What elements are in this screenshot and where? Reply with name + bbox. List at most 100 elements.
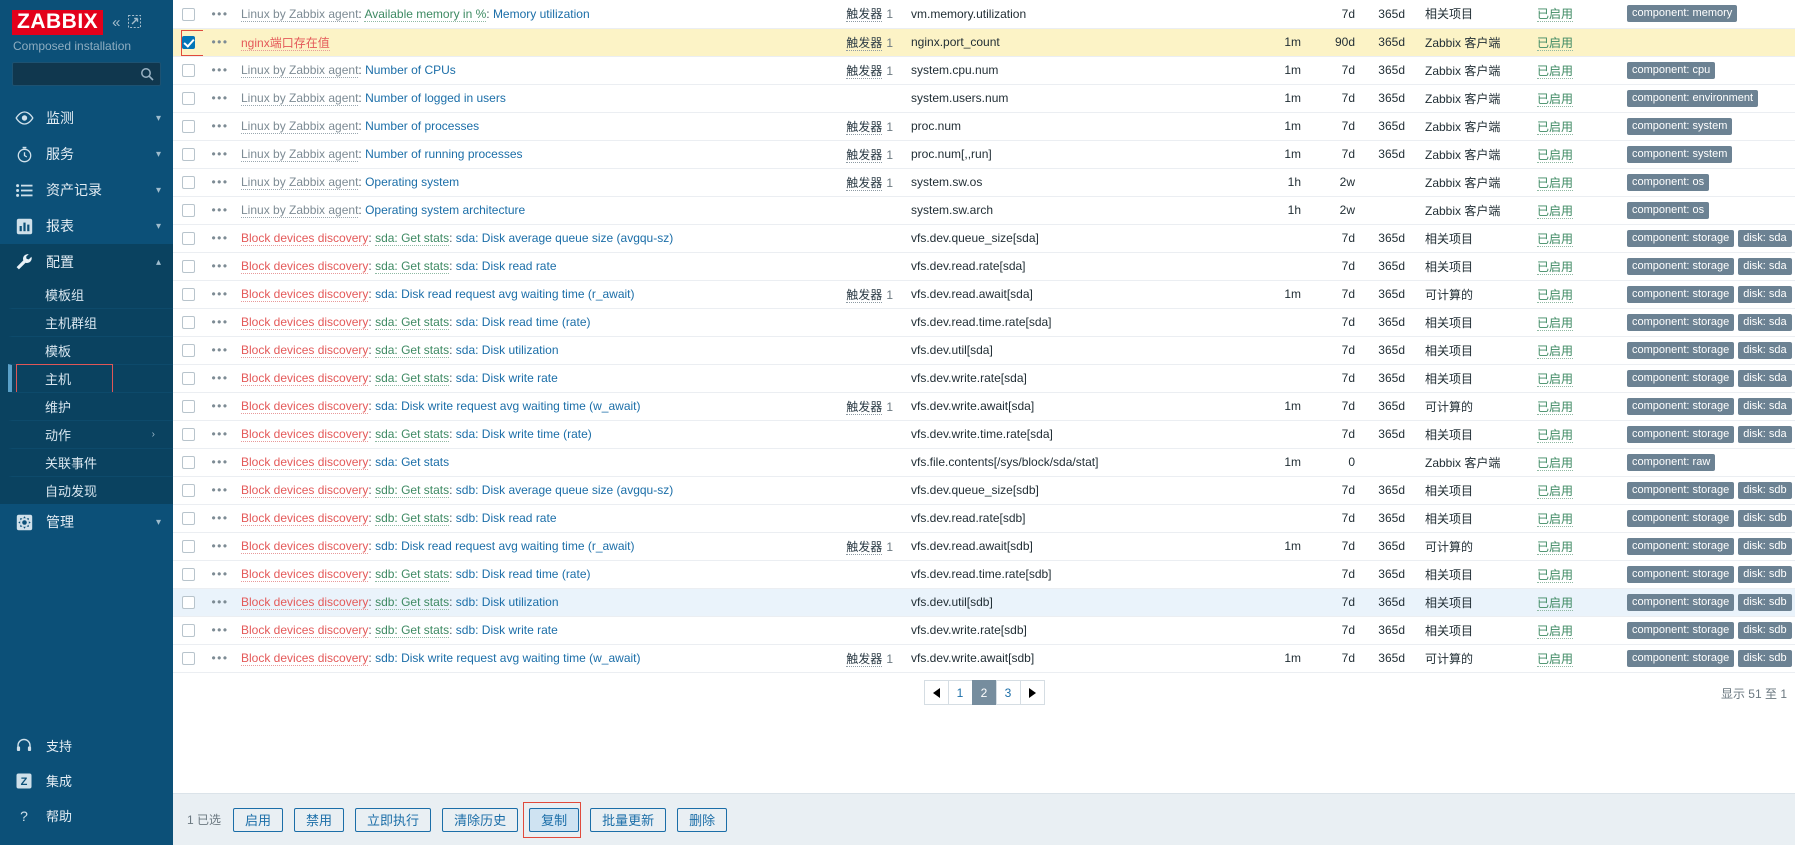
- status-cell[interactable]: 已启用: [1533, 28, 1623, 57]
- page-prev-button[interactable]: [923, 680, 949, 705]
- triggers-cell[interactable]: [797, 476, 907, 505]
- row-context-menu-cell[interactable]: •••: [203, 224, 237, 253]
- ellipsis-icon[interactable]: •••: [211, 623, 228, 637]
- row-checkbox-cell[interactable]: [173, 0, 203, 29]
- triggers-cell[interactable]: [797, 84, 907, 113]
- row-checkbox[interactable]: [181, 260, 195, 274]
- tag-badge[interactable]: component: os: [1627, 201, 1710, 219]
- sidebar-item-support[interactable]: 支持: [0, 728, 173, 763]
- tag-badge[interactable]: component: storage: [1627, 649, 1735, 667]
- status-cell[interactable]: 已启用: [1533, 196, 1623, 225]
- status-badge[interactable]: 已启用: [1537, 539, 1574, 555]
- tag-badge[interactable]: component: storage: [1627, 593, 1735, 611]
- ellipsis-icon[interactable]: •••: [211, 427, 228, 441]
- ellipsis-icon[interactable]: •••: [211, 511, 228, 525]
- item-name-link[interactable]: Number of processes: [365, 119, 479, 133]
- triggers-cell[interactable]: [797, 364, 907, 393]
- item-name-link[interactable]: sdb: Disk average queue size (avgqu-sz): [456, 483, 673, 497]
- item-name-cell[interactable]: Block devices discovery: sda: Disk read …: [237, 280, 797, 309]
- page-next-button[interactable]: [1019, 680, 1045, 705]
- item-name-prefix-link[interactable]: Block devices discovery: [241, 371, 369, 386]
- item-name-link[interactable]: sda: Disk utilization: [456, 343, 559, 357]
- item-name-cell[interactable]: Block devices discovery: sdb: Get stats:…: [237, 476, 797, 505]
- triggers-cell[interactable]: [797, 504, 907, 533]
- item-name-link[interactable]: Operating system: [365, 175, 459, 189]
- sidebar-item-discovery[interactable]: 自动发现: [8, 476, 173, 504]
- row-checkbox-cell[interactable]: [173, 532, 203, 561]
- tag-badge[interactable]: component: storage: [1627, 229, 1735, 247]
- row-checkbox-cell[interactable]: [173, 140, 203, 169]
- delete-button[interactable]: 删除: [677, 807, 728, 832]
- item-name-link[interactable]: sdb: Disk read rate: [456, 511, 557, 525]
- tag-badge[interactable]: component: storage: [1627, 313, 1735, 331]
- table-row[interactable]: ••• Block devices discovery: sda: Get sta…: [173, 420, 1795, 449]
- status-cell[interactable]: 已启用: [1533, 0, 1623, 29]
- row-context-menu-cell[interactable]: •••: [203, 392, 237, 421]
- ellipsis-icon[interactable]: •••: [211, 371, 228, 385]
- sidebar-item-administration[interactable]: 管理 ▾: [0, 504, 173, 540]
- ellipsis-icon[interactable]: •••: [211, 343, 228, 357]
- sidebar-item-host-groups[interactable]: 主机群组: [8, 308, 173, 336]
- item-name-cell[interactable]: Block devices discovery: sda: Get stats:…: [237, 364, 797, 393]
- ellipsis-icon[interactable]: •••: [211, 7, 228, 21]
- item-name-prefix-link[interactable]: Available memory in %: [364, 6, 487, 22]
- status-cell[interactable]: 已启用: [1533, 476, 1623, 505]
- row-checkbox-cell[interactable]: [173, 560, 203, 589]
- item-name-cell[interactable]: Block devices discovery: sda: Get stats:…: [237, 336, 797, 365]
- item-name-link[interactable]: sdb: Disk read time (rate): [456, 567, 591, 581]
- row-checkbox-cell[interactable]: [173, 336, 203, 365]
- item-name-prefix-link[interactable]: Block devices discovery: [241, 623, 369, 638]
- row-checkbox[interactable]: [181, 456, 195, 470]
- item-name-prefix-link[interactable]: sdb: Get stats: [375, 511, 450, 526]
- ellipsis-icon[interactable]: •••: [211, 91, 228, 105]
- item-name-link[interactable]: Number of CPUs: [365, 63, 456, 77]
- page-button-1[interactable]: 1: [947, 680, 973, 705]
- row-checkbox[interactable]: [181, 400, 195, 414]
- row-checkbox[interactable]: [181, 204, 195, 218]
- ellipsis-icon[interactable]: •••: [211, 651, 228, 665]
- ellipsis-icon[interactable]: •••: [211, 259, 228, 273]
- status-badge[interactable]: 已启用: [1537, 651, 1574, 667]
- triggers-label[interactable]: 触发器: [846, 35, 883, 51]
- item-name-prefix-link[interactable]: Block devices discovery: [241, 287, 369, 302]
- tag-badge[interactable]: disk: sdb: [1738, 649, 1792, 667]
- status-cell[interactable]: 已启用: [1533, 224, 1623, 253]
- item-name-prefix-link[interactable]: Block devices discovery: [241, 427, 369, 442]
- item-name-prefix-link[interactable]: sdb: Get stats: [375, 595, 450, 610]
- row-context-menu-cell[interactable]: •••: [203, 28, 237, 57]
- item-name-prefix-link[interactable]: Block devices discovery: [241, 259, 369, 274]
- triggers-cell[interactable]: 触发器 1: [797, 56, 907, 85]
- item-name-prefix-link[interactable]: Linux by Zabbix agent: [241, 147, 359, 162]
- row-checkbox[interactable]: [181, 36, 195, 50]
- status-cell[interactable]: 已启用: [1533, 532, 1623, 561]
- item-name-link[interactable]: Memory utilization: [493, 7, 590, 21]
- item-name-prefix-link[interactable]: sda: Get stats: [375, 427, 450, 442]
- item-name-cell[interactable]: Linux by Zabbix agent: Number of logged …: [237, 84, 797, 113]
- row-context-menu-cell[interactable]: •••: [203, 168, 237, 197]
- status-cell[interactable]: 已启用: [1533, 252, 1623, 281]
- item-name-cell[interactable]: Block devices discovery: sda: Get stats: [237, 448, 797, 477]
- triggers-label[interactable]: 触发器: [846, 63, 883, 79]
- row-checkbox-cell[interactable]: [173, 448, 203, 477]
- item-name-prefix-link[interactable]: Linux by Zabbix agent: [241, 175, 359, 190]
- item-name-cell[interactable]: Linux by Zabbix agent: Number of process…: [237, 112, 797, 141]
- triggers-cell[interactable]: [797, 616, 907, 645]
- triggers-cell[interactable]: 触发器 1: [797, 392, 907, 421]
- row-checkbox-cell[interactable]: [173, 308, 203, 337]
- item-name-link[interactable]: sda: Disk average queue size (avgqu-sz): [456, 231, 673, 245]
- table-row[interactable]: ••• Block devices discovery: sda: Get sta…: [173, 336, 1795, 365]
- table-row[interactable]: ••• Block devices discovery: sdb: Get sta…: [173, 616, 1795, 645]
- item-name-prefix-link[interactable]: Linux by Zabbix agent: [241, 203, 359, 218]
- status-badge[interactable]: 已启用: [1537, 371, 1574, 387]
- tag-badge[interactable]: component: storage: [1627, 621, 1735, 639]
- item-name-link[interactable]: sdb: Disk write request avg waiting time…: [375, 651, 640, 665]
- item-name-link[interactable]: Number of running processes: [365, 147, 522, 161]
- ellipsis-icon[interactable]: •••: [211, 35, 228, 49]
- ellipsis-icon[interactable]: •••: [211, 119, 228, 133]
- item-name-cell[interactable]: Block devices discovery: sda: Get stats:…: [237, 224, 797, 253]
- table-row[interactable]: ••• Block devices discovery: sdb: Get sta…: [173, 588, 1795, 617]
- status-cell[interactable]: 已启用: [1533, 364, 1623, 393]
- ellipsis-icon[interactable]: •••: [211, 147, 228, 161]
- status-badge[interactable]: 已启用: [1537, 483, 1574, 499]
- table-row[interactable]: ••• Linux by Zabbix agent: Available memo…: [173, 0, 1795, 29]
